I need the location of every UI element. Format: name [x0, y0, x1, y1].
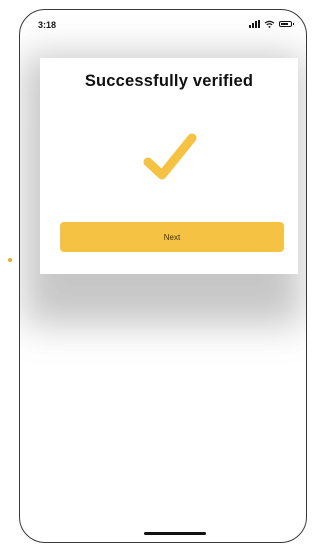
status-time: 3:18: [38, 20, 57, 30]
home-indicator[interactable]: [144, 532, 206, 535]
status-bar: 3:18: [20, 10, 306, 40]
checkmark-icon: [143, 133, 197, 180]
phone-frame: 3:18 Successfully verified Next: [19, 9, 307, 543]
status-icons: [249, 20, 294, 28]
battery-icon: [279, 21, 294, 27]
next-button[interactable]: Next: [60, 222, 284, 252]
verification-dialog: Successfully verified Next: [40, 58, 298, 274]
dialog-title: Successfully verified: [84, 72, 254, 90]
signal-icon: [249, 20, 260, 28]
wifi-icon: [264, 20, 275, 28]
side-mark: [8, 258, 12, 262]
